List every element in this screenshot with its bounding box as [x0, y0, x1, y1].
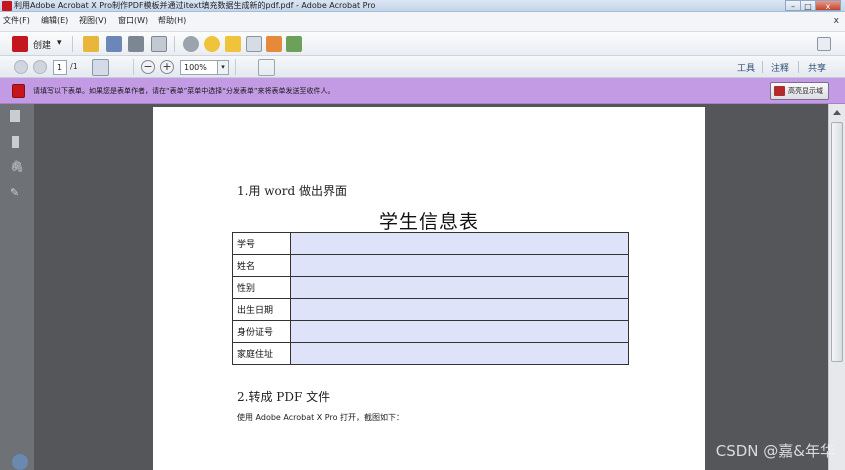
create-dropdown-icon[interactable]: ▾ — [57, 38, 62, 48]
settings-gear-icon[interactable] — [183, 36, 199, 52]
table-row: 姓名 — [232, 254, 629, 277]
home-address-field[interactable] — [290, 342, 629, 365]
field-label: 性别 — [232, 276, 291, 299]
open-folder-icon[interactable] — [83, 36, 99, 52]
table-row: 家庭住址 — [232, 342, 629, 365]
menu-file[interactable]: 文件(F) — [3, 15, 30, 26]
page-number-input[interactable]: 1 — [53, 60, 67, 75]
watermark: CSDN @嘉&年华 — [715, 442, 835, 460]
zoom-dropdown-icon[interactable]: ▾ — [217, 60, 229, 75]
table-row: 身份证号 — [232, 320, 629, 343]
highlight-fields-icon — [774, 86, 785, 96]
scroll-up-icon[interactable] — [833, 110, 841, 115]
field-label: 学号 — [232, 232, 291, 255]
table-row: 出生日期 — [232, 298, 629, 321]
full-screen-icon[interactable] — [258, 59, 275, 76]
body-paragraph: 使用 Adobe Acrobat X Pro 打开，截图如下： — [237, 413, 405, 422]
title-bar: 利用Adobe Acrobat X Pro制作PDF模板并通过itext填充数据… — [0, 0, 845, 12]
field-label: 身份证号 — [232, 320, 291, 343]
page-total: /1 — [70, 62, 78, 71]
create-pdf-icon[interactable] — [12, 36, 28, 52]
menu-edit[interactable]: 编辑(E) — [41, 15, 68, 26]
email-icon[interactable] — [151, 36, 167, 52]
bookmarks-icon[interactable] — [12, 136, 19, 148]
combine-icon[interactable] — [286, 36, 302, 52]
fit-page-icon[interactable] — [240, 59, 257, 76]
toolbar-separator — [174, 36, 175, 52]
save-icon[interactable] — [106, 36, 122, 52]
close-button[interactable]: x — [815, 0, 841, 11]
status-bubble-icon — [12, 454, 28, 470]
form-title: 学生信息表 — [378, 211, 479, 233]
print-icon[interactable] — [128, 36, 144, 52]
acrobat-app-icon — [2, 1, 12, 11]
next-page-icon[interactable] — [33, 60, 47, 74]
navigation-toolbar: 1 /1 − + 100% ▾ 工具 注释 共享 — [0, 56, 845, 78]
create-button[interactable]: 创建 — [33, 38, 51, 51]
export-icon[interactable] — [266, 36, 282, 52]
form-message: 请填写以下表单。如果您是表单作者，请在“表单”菜单中选择“分发表单”来将表单发送… — [33, 87, 335, 95]
table-row: 学号 — [232, 232, 629, 255]
table-row: 性别 — [232, 276, 629, 299]
share-comment-icon[interactable] — [225, 36, 241, 52]
form-message-bar: 请填写以下表单。如果您是表单作者，请在“表单”菜单中选择“分发表单”来将表单发送… — [0, 78, 845, 104]
window-controls: – □ x — [785, 0, 841, 11]
birth-date-field[interactable] — [290, 298, 629, 321]
menu-view[interactable]: 视图(V) — [79, 15, 107, 26]
maximize-button[interactable]: □ — [800, 0, 816, 11]
scroll-thumb[interactable] — [831, 122, 843, 362]
toolbar-separator — [72, 36, 73, 52]
highlight-fields-button[interactable]: 高亮显示域 — [770, 82, 829, 100]
signatures-icon[interactable]: ✎ — [10, 186, 22, 200]
comment-icon[interactable] — [204, 36, 220, 52]
page-thumbnails-icon[interactable] — [10, 110, 20, 122]
toolbar-separator — [235, 59, 236, 75]
tab-tools[interactable]: 工具 — [737, 61, 755, 74]
minimize-button[interactable]: – — [785, 0, 801, 11]
field-label: 家庭住址 — [232, 342, 291, 365]
vertical-scrollbar[interactable] — [828, 104, 845, 470]
attachments-icon[interactable]: 🖇 — [10, 160, 24, 174]
student-id-field[interactable] — [290, 232, 629, 255]
menu-window[interactable]: 窗口(W) — [118, 15, 148, 26]
tab-share[interactable]: 共享 — [808, 61, 826, 74]
field-label: 出生日期 — [232, 298, 291, 321]
tab-separator — [762, 61, 763, 73]
select-tool-icon[interactable] — [92, 59, 109, 76]
section-heading-1: 1.用 word 做出界面 — [237, 184, 347, 198]
pdf-page: 1.用 word 做出界面 学生信息表 学号 姓名 性别 出生日期 身份证号 家… — [153, 107, 705, 470]
name-field[interactable] — [290, 254, 629, 277]
document-close-icon[interactable]: x — [834, 16, 839, 26]
student-info-table: 学号 姓名 性别 出生日期 身份证号 家庭住址 — [232, 232, 629, 365]
form-icon — [12, 84, 25, 98]
window-title: 利用Adobe Acrobat X Pro制作PDF模板并通过itext填充数据… — [14, 1, 376, 10]
field-label: 姓名 — [232, 254, 291, 277]
document-icon[interactable] — [246, 36, 262, 52]
tab-comment[interactable]: 注释 — [771, 61, 789, 74]
menu-bar: 文件(F) 编辑(E) 视图(V) 窗口(W) 帮助(H) x — [0, 12, 845, 32]
section-heading-2: 2.转成 PDF 文件 — [237, 390, 331, 404]
main-toolbar: 创建 ▾ — [0, 32, 845, 56]
highlight-fields-label: 高亮显示域 — [788, 87, 823, 95]
zoom-in-button[interactable]: + — [160, 60, 174, 74]
gender-field[interactable] — [290, 276, 629, 299]
menu-help[interactable]: 帮助(H) — [158, 15, 186, 26]
tab-separator — [798, 61, 799, 73]
hand-tool-icon[interactable] — [112, 59, 129, 76]
navigation-pane: 🖇 ✎ — [0, 104, 34, 470]
previous-page-icon[interactable] — [14, 60, 28, 74]
zoom-out-button[interactable]: − — [141, 60, 155, 74]
customize-toolbar-icon[interactable] — [817, 37, 831, 51]
zoom-level-input[interactable]: 100% — [180, 60, 218, 75]
id-number-field[interactable] — [290, 320, 629, 343]
toolbar-separator — [133, 59, 134, 75]
